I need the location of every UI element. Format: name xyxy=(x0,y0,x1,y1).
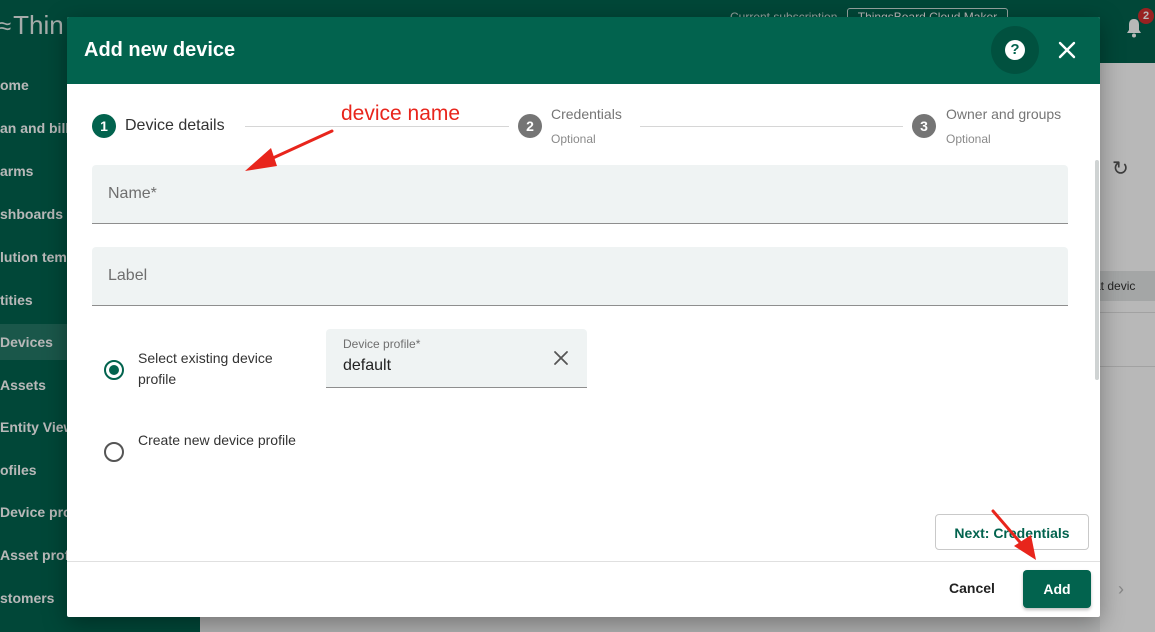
arrow-to-name-field xyxy=(245,129,334,171)
arrow-to-add-button xyxy=(991,509,1036,560)
annotation-arrows xyxy=(245,129,1036,560)
